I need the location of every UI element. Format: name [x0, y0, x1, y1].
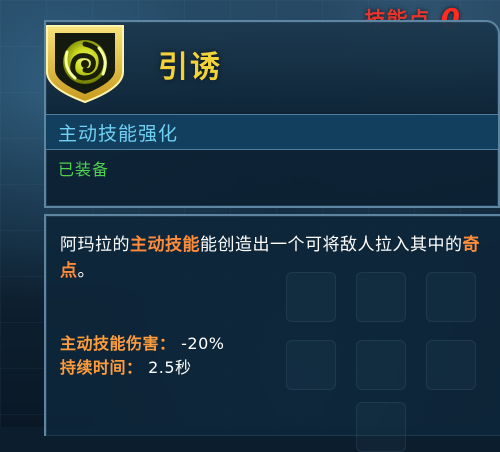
description-keyword: 主动技能: [130, 235, 200, 255]
singularity-vortex-icon[interactable]: [41, 22, 129, 104]
description-text: 阿玛拉的: [60, 235, 130, 255]
skill-tree-band: 主动技能强化: [46, 114, 498, 150]
stat-label: 主动技能伤害：: [60, 334, 176, 353]
stat-label: 持续时间：: [60, 358, 143, 377]
skill-slot: [356, 402, 406, 452]
skill-name: 引诱: [158, 50, 222, 85]
stat-value: 2.5秒: [148, 358, 192, 377]
stat-row: 持续时间： 2.5秒: [60, 356, 460, 380]
description-text: 能创造出一个可将敌人拉入其中的: [200, 235, 463, 255]
skill-stats: 主动技能伤害： -20% 持续时间： 2.5秒: [60, 332, 460, 380]
skill-tree-name: 主动技能强化: [58, 123, 179, 145]
skill-description-panel: 阿玛拉的主动技能能创造出一个可将敌人拉入其中的奇点。 主动技能伤害： -20% …: [44, 214, 500, 452]
skill-description: 阿玛拉的主动技能能创造出一个可将敌人拉入其中的奇点。: [60, 232, 490, 284]
stat-row: 主动技能伤害： -20%: [60, 332, 460, 356]
stat-value: -20%: [181, 334, 225, 353]
description-text: 。: [77, 261, 95, 281]
equipped-status: 已装备: [58, 160, 110, 179]
